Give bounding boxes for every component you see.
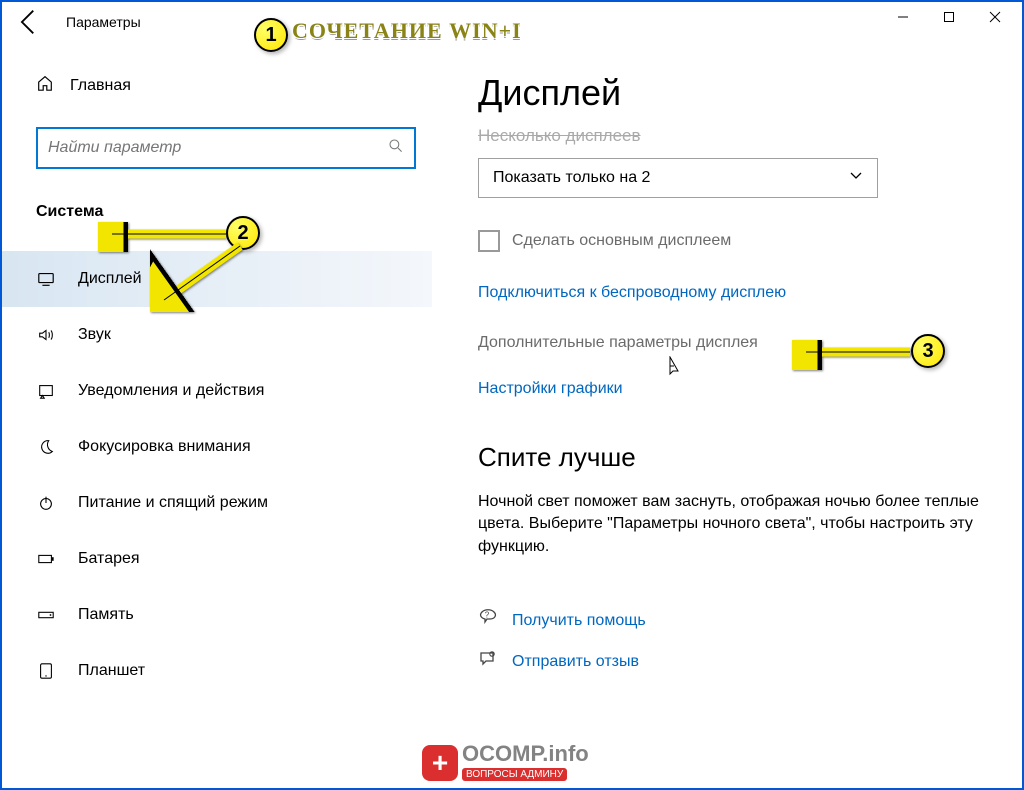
home-label: Главная	[70, 77, 131, 95]
watermark-sub: ВОПРОСЫ АДМИНУ	[462, 768, 567, 781]
cursor-icon	[664, 356, 682, 383]
sidebar-item-label: Питание и спящий режим	[78, 494, 268, 512]
sidebar-item-battery[interactable]: Батарея	[36, 531, 432, 587]
sleep-better-heading: Спите лучше	[478, 442, 982, 473]
arrow-left-icon	[12, 5, 46, 39]
annotation-hint: СОЧЕТАНИЕ WIN+I	[292, 18, 522, 44]
multi-display-select[interactable]: Показать только на 2	[478, 158, 878, 198]
search-input[interactable]	[48, 139, 388, 157]
annotation-badge-3: 3	[911, 334, 945, 368]
footer-links: ? Получить помощь Отправить отзыв	[478, 608, 982, 674]
sidebar-item-sound[interactable]: Звук	[36, 307, 432, 363]
primary-display-checkbox-row: Сделать основным дисплеем	[478, 230, 982, 252]
sidebar-item-power[interactable]: Питание и спящий режим	[36, 475, 432, 531]
battery-icon	[36, 550, 56, 568]
sidebar-nav: Дисплей Звук Уведомления и действия Фоку…	[36, 251, 432, 699]
watermark: + OCOMP.info ВОПРОСЫ АДМИНУ	[422, 744, 589, 782]
back-button[interactable]	[12, 5, 46, 39]
moon-icon	[36, 438, 56, 456]
sidebar-item-label: Память	[78, 606, 134, 624]
notifications-icon	[36, 382, 56, 400]
power-icon	[36, 494, 56, 512]
home-icon	[36, 74, 54, 97]
sidebar-item-label: Уведомления и действия	[78, 382, 264, 400]
sidebar-item-notifications[interactable]: Уведомления и действия	[36, 363, 432, 419]
sidebar-item-label: Батарея	[78, 550, 140, 568]
watermark-brand: OCOMP.info	[462, 744, 589, 764]
watermark-plus-icon: +	[422, 745, 458, 781]
settings-window: Параметры Главная	[0, 0, 1024, 790]
sidebar-item-storage[interactable]: Память	[36, 587, 432, 643]
primary-display-checkbox[interactable]	[478, 230, 500, 252]
close-button[interactable]	[972, 2, 1018, 32]
speaker-icon	[36, 326, 56, 344]
sidebar-item-tablet[interactable]: Планшет	[36, 643, 432, 699]
main-content: Дисплей Несколько дисплеев Показать толь…	[432, 42, 1022, 788]
svg-text:?: ?	[485, 611, 490, 620]
sidebar-item-display[interactable]: Дисплей	[2, 251, 432, 307]
sidebar-item-focus[interactable]: Фокусировка внимания	[36, 419, 432, 475]
page-title: Дисплей	[478, 72, 982, 114]
multi-display-heading: Несколько дисплеев	[478, 126, 982, 146]
maximize-button[interactable]	[926, 2, 972, 32]
help-icon: ?	[478, 608, 498, 633]
sidebar: Главная Система Дисплей Звук	[2, 42, 432, 788]
sidebar-item-label: Звук	[78, 326, 111, 344]
select-value: Показать только на 2	[493, 169, 650, 187]
advanced-display-link[interactable]: Дополнительные параметры дисплея	[478, 334, 758, 351]
sidebar-item-label: Планшет	[78, 662, 145, 680]
sidebar-item-label: Дисплей	[78, 270, 142, 288]
chevron-down-icon	[849, 169, 863, 188]
window-controls	[880, 2, 1018, 32]
sidebar-item-label: Фокусировка внимания	[78, 438, 251, 456]
feedback-row[interactable]: Отправить отзыв	[478, 649, 982, 674]
minimize-button[interactable]	[880, 2, 926, 32]
graphics-settings-link[interactable]: Настройки графики	[478, 380, 623, 397]
sleep-better-text: Ночной свет поможет вам заснуть, отображ…	[478, 491, 982, 558]
connect-wireless-link[interactable]: Подключиться к беспроводному дисплею	[478, 284, 786, 301]
get-help-row[interactable]: ? Получить помощь	[478, 608, 982, 633]
search-box[interactable]	[36, 127, 416, 169]
close-icon	[989, 11, 1001, 23]
tablet-icon	[36, 662, 56, 680]
storage-icon	[36, 606, 56, 624]
home-button[interactable]: Главная	[36, 66, 432, 105]
search-icon	[388, 138, 404, 159]
window-title: Параметры	[66, 14, 141, 30]
monitor-icon	[36, 270, 56, 288]
send-feedback-link[interactable]: Отправить отзыв	[512, 653, 639, 671]
annotation-badge-1: 1	[254, 18, 288, 52]
annotation-badge-2: 2	[226, 216, 260, 250]
get-help-link[interactable]: Получить помощь	[512, 612, 646, 630]
minimize-icon	[897, 11, 909, 23]
search-row	[36, 127, 416, 169]
window-body: Главная Система Дисплей Звук	[2, 42, 1022, 788]
checkbox-label: Сделать основным дисплеем	[512, 232, 731, 250]
maximize-icon	[943, 11, 955, 23]
feedback-icon	[478, 649, 498, 674]
